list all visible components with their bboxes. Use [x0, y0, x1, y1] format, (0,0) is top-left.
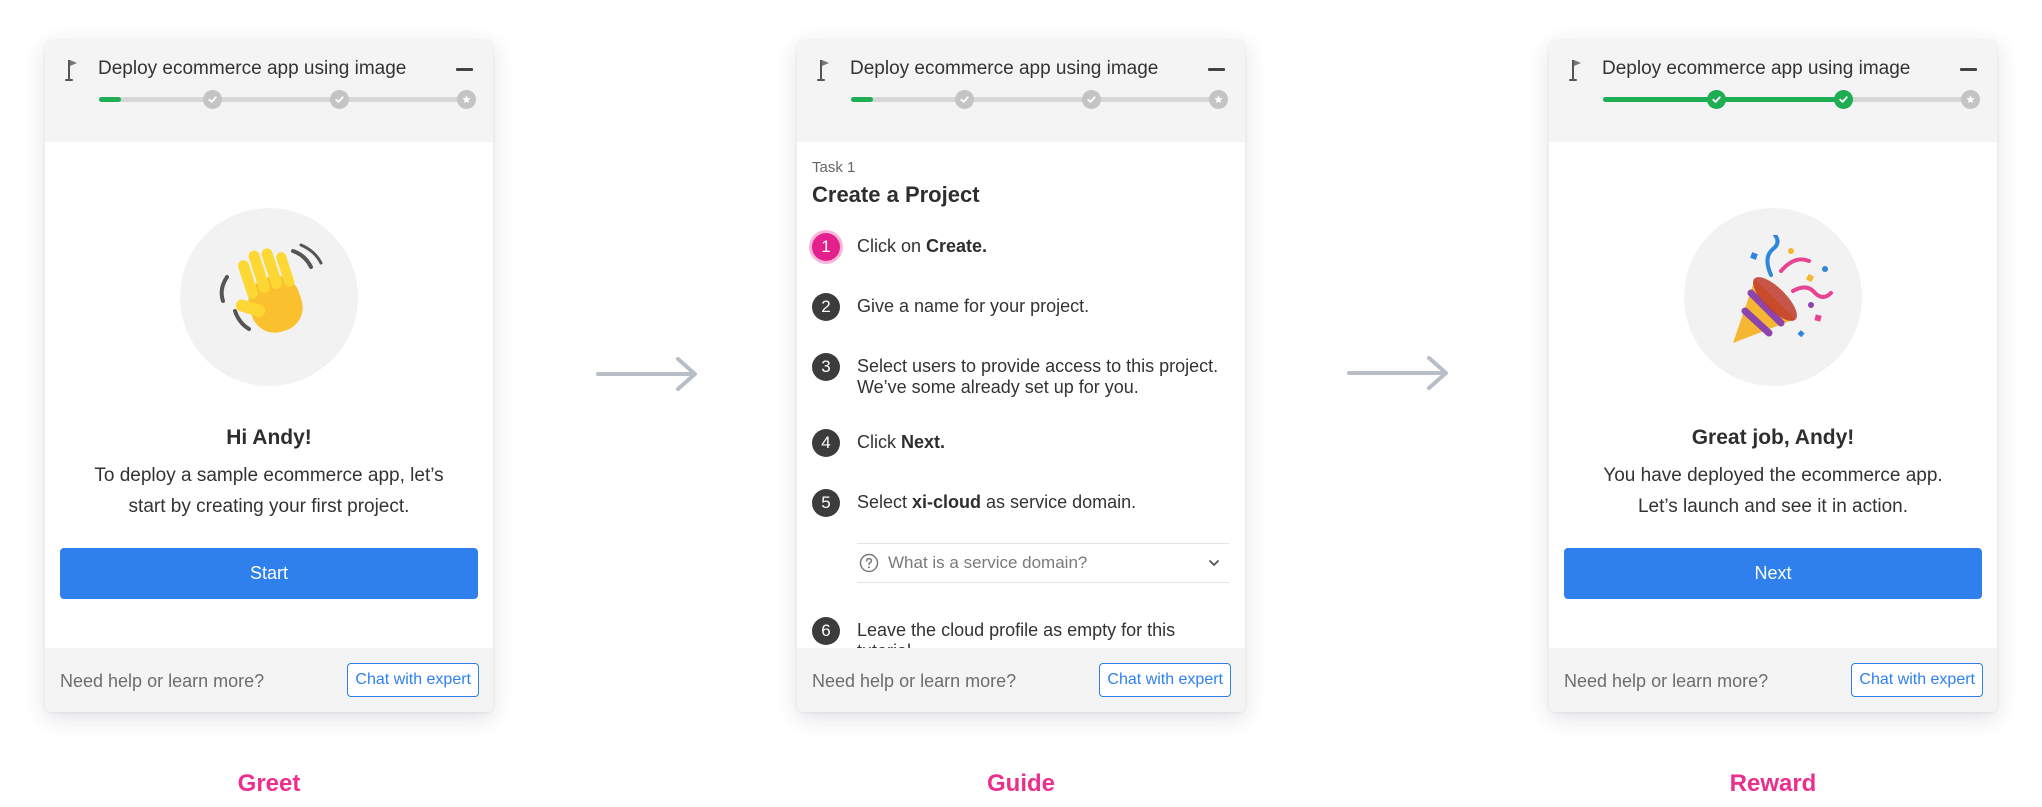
star-icon: [1966, 95, 1975, 104]
checkpoint-final: [1209, 90, 1228, 109]
stage: Deploy ecommerce app using image Hi Andy…: [0, 0, 2042, 807]
progress-bar: [99, 90, 477, 109]
check-icon: [1839, 96, 1848, 103]
question-circle-icon: [859, 553, 879, 573]
panel-title: Deploy ecommerce app using image: [1602, 58, 1911, 79]
guide-panel: Deploy ecommerce app using image Task 1 …: [797, 40, 1245, 712]
flag-icon: [65, 60, 77, 81]
checkpoint-2: [1834, 90, 1853, 109]
start-button[interactable]: Start: [60, 548, 478, 599]
check-icon: [960, 96, 969, 103]
step-number: 6: [812, 617, 840, 645]
greeting-text: To deploy a sample ecommerce app, let’s …: [94, 465, 444, 517]
progress-bar: [851, 90, 1229, 109]
step-2[interactable]: 2 Give a name for your project.: [812, 293, 1233, 321]
arrow-right-icon: [1347, 356, 1448, 390]
stage-label-greet: Greet: [237, 770, 301, 797]
panel-title: Deploy ecommerce app using image: [98, 58, 407, 79]
task-label: Task 1: [812, 159, 856, 176]
panel-header: Deploy ecommerce app using image: [1549, 40, 1997, 142]
step-1[interactable]: 1 Click on Create.: [812, 233, 1233, 261]
step-number: 3: [812, 353, 840, 381]
step-number: 5: [812, 489, 840, 517]
minimize-button[interactable]: [456, 68, 473, 71]
chevron-down-icon: [1209, 560, 1219, 566]
panel-footer: Need help or learn more? Chat with exper…: [45, 648, 493, 712]
step-text: Click Next.: [857, 432, 946, 452]
hero-circle: [1684, 208, 1862, 386]
step-6[interactable]: 6 Leave the cloud profile as empty for t…: [812, 617, 1233, 648]
party-popper-icon: [1733, 235, 1833, 343]
star-icon: [1214, 95, 1223, 104]
step-4[interactable]: 4 Click Next.: [812, 429, 1233, 457]
next-button[interactable]: Next: [1564, 548, 1982, 599]
panel-header: Deploy ecommerce app using image: [797, 40, 1245, 142]
step-number: 2: [812, 293, 840, 321]
minimize-button[interactable]: [1960, 68, 1977, 71]
checkpoint-final: [457, 90, 476, 109]
help-text: Need help or learn more?: [60, 671, 265, 691]
waving-hand-icon: [219, 243, 323, 333]
step-text: Click on Create.: [857, 236, 988, 256]
chat-with-expert-button[interactable]: Chat with expert: [1851, 663, 1983, 697]
stage-label-reward: Reward: [1729, 770, 1817, 797]
flag-icon: [1569, 60, 1581, 81]
panel-footer: Need help or learn more? Chat with exper…: [797, 648, 1245, 712]
arrow-right-icon: [596, 357, 697, 391]
step-text: Select users to provide access to this p…: [857, 356, 1219, 397]
progress-fill: [99, 97, 121, 102]
chat-with-expert-button[interactable]: Chat with expert: [1099, 663, 1231, 697]
checkpoint-2: [1082, 90, 1101, 109]
help-question: What is a service domain?: [888, 553, 1088, 572]
chat-with-expert-button[interactable]: Chat with expert: [347, 663, 479, 697]
check-icon: [1712, 96, 1721, 103]
checkpoint-2: [330, 90, 349, 109]
panel-title: Deploy ecommerce app using image: [850, 58, 1159, 79]
minimize-button[interactable]: [1208, 68, 1225, 71]
greet-panel: Deploy ecommerce app using image Hi Andy…: [45, 40, 493, 712]
task-body: Task 1 Create a Project 1 Click on Creat…: [797, 142, 1245, 648]
progress-fill: [851, 97, 873, 102]
progress-bar: [1603, 90, 1981, 109]
checkpoint-final: [1961, 90, 1980, 109]
panel-header: Deploy ecommerce app using image: [45, 40, 493, 142]
step-3[interactable]: 3 Select users to provide access to this…: [812, 353, 1233, 398]
checkpoint-1: [1707, 90, 1726, 109]
star-icon: [462, 95, 471, 104]
help-text: Need help or learn more?: [812, 671, 1017, 691]
reward-text: You have deployed the ecommerce app. Let…: [1603, 465, 1943, 517]
check-icon: [208, 96, 217, 103]
greeting-heading: Hi Andy!: [226, 426, 312, 449]
flag-icon: [817, 60, 829, 81]
service-domain-help-toggle[interactable]: What is a service domain?: [857, 543, 1229, 583]
reward-heading: Great job, Andy!: [1691, 426, 1855, 449]
step-number: 4: [812, 429, 840, 457]
step-text: Give a name for your project.: [857, 296, 1090, 316]
check-icon: [335, 96, 344, 103]
help-text: Need help or learn more?: [1564, 671, 1769, 691]
checkpoint-1: [955, 90, 974, 109]
step-text: Select xi-cloud as service domain.: [857, 492, 1137, 512]
reward-panel: Deploy ecommerce app using image Great j…: [1549, 40, 1997, 712]
step-text: Leave the cloud profile as empty for thi…: [857, 620, 1176, 648]
step-number: 1: [812, 233, 840, 261]
check-icon: [1087, 96, 1096, 103]
stage-label-guide: Guide: [986, 770, 1056, 797]
task-title: Create a Project: [812, 182, 980, 207]
hero-circle: [180, 208, 358, 386]
panel-footer: Need help or learn more? Chat with exper…: [1549, 648, 1997, 712]
step-5[interactable]: 5 Select xi-cloud as service domain.: [812, 489, 1233, 517]
checkpoint-1: [203, 90, 222, 109]
